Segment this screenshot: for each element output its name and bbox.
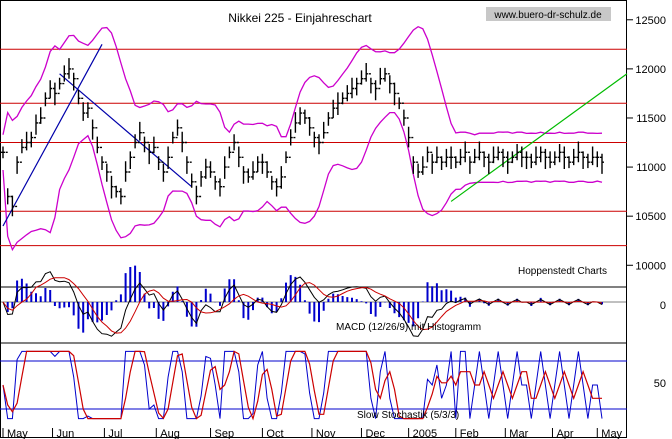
stochastic-tick-label: 50 (654, 378, 666, 390)
price-tick-label: 11000 (636, 162, 666, 174)
price-bar-series (1, 58, 604, 217)
price-tick-label: 12500 (635, 15, 666, 27)
chart-title: Nikkei 225 - Einjahreschart (228, 11, 372, 25)
month-label: Aug (160, 428, 180, 439)
macd-label: MACD (12/26/9) mit Histogramm (336, 322, 481, 333)
month-label: Dec (365, 428, 385, 439)
plot-frame (0, 0, 627, 438)
nikkei-chart: 10000 10500 11000 11500 12000 12500 0 50 May Jun… (0, 0, 666, 439)
price-tick-label: 11500 (636, 113, 666, 125)
month-label: Jul (108, 428, 122, 439)
price-tick-label: 10000 (635, 260, 666, 272)
source-note: Hoppenstedt Charts (518, 266, 607, 277)
uptrend-channel-line (2, 44, 103, 227)
month-label: Sep (215, 428, 235, 439)
price-tick-label: 12000 (635, 64, 666, 76)
month-label: Apr (556, 428, 573, 439)
month-label: 2005 (413, 428, 437, 439)
macd-tick-label: 0 (660, 300, 666, 312)
price-tick-label: 10500 (635, 211, 666, 223)
stochastic-panel (0, 350, 627, 421)
month-label: Oct (266, 428, 283, 439)
price-axis: 10000 10500 11000 11500 12000 12500 0 50 (627, 15, 666, 390)
watermark-text: www.buero-dr-schulz.de (493, 10, 602, 21)
month-label: Feb (460, 428, 479, 439)
month-label: May (601, 428, 622, 439)
price-bars (1, 58, 604, 217)
month-grid (2, 428, 598, 438)
stochastic-label: Slow Stochastik (5/3/3) (357, 410, 459, 421)
chart-container: 10000 10500 11000 11500 12000 12500 0 50 May Jun… (0, 0, 672, 439)
month-label: Nov (316, 428, 336, 439)
month-label: Jun (57, 428, 75, 439)
month-label: Mar (509, 428, 528, 439)
month-label: May (7, 428, 28, 439)
